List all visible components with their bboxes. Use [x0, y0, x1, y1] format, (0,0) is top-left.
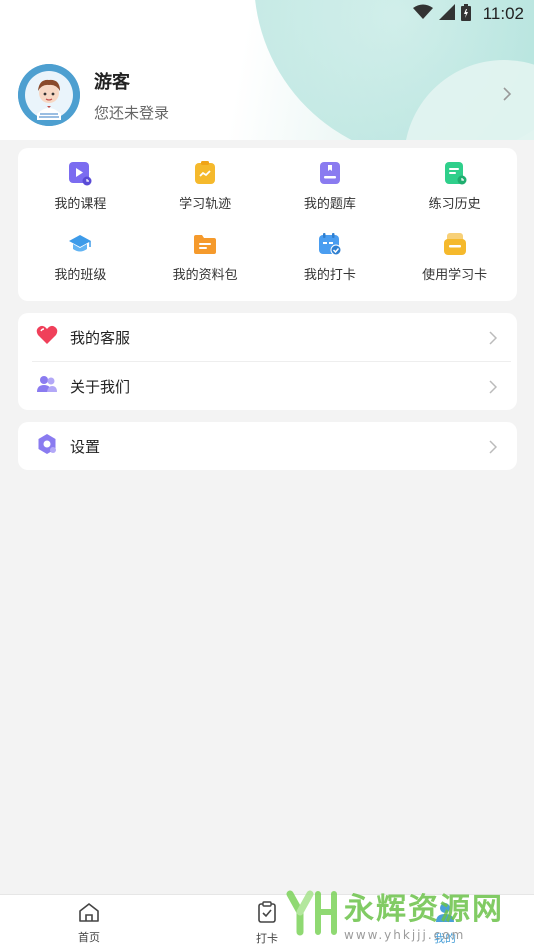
home-icon [78, 902, 100, 926]
user-profile[interactable]: 游客 您还未登录 [18, 64, 516, 126]
wifi-icon [412, 4, 433, 24]
shortcut-label: 学习轨迹 [179, 197, 232, 212]
shortcut-label: 练习历史 [428, 197, 481, 212]
shortcut-learning-track[interactable]: 学习轨迹 [143, 160, 268, 231]
chevron-right-icon [489, 379, 498, 398]
chevron-right-icon [489, 330, 498, 349]
status-time: 11:02 [482, 4, 524, 23]
menu-customer-service[interactable]: 我的客服 [18, 313, 517, 361]
menu-about-us[interactable]: 关于我们 [18, 362, 517, 410]
menu-label: 设置 [70, 437, 101, 456]
settings-gear-icon [36, 433, 58, 459]
shortcut-my-checkin[interactable]: 我的打卡 [268, 231, 393, 302]
people-icon [36, 374, 58, 398]
chevron-right-icon [489, 439, 498, 458]
status-bar: 11:02 [0, 0, 534, 28]
tab-mine[interactable]: 我的 [356, 895, 534, 950]
course-play-icon [67, 160, 93, 186]
tab-label: 我的 [434, 932, 456, 945]
tab-checkin[interactable]: 打卡 [178, 895, 356, 950]
shortcut-my-class[interactable]: 我的班级 [18, 231, 143, 302]
shortcut-grid: 我的课程 学习轨迹 我的题库 练习历史 我的班级 我的资料包 我的打卡 使用学习… [18, 148, 517, 301]
menu-label: 我的客服 [70, 328, 131, 347]
shortcut-my-courses[interactable]: 我的课程 [18, 160, 143, 231]
class-cap-icon [67, 231, 93, 257]
avatar[interactable] [18, 64, 80, 126]
shortcut-label: 我的班级 [54, 268, 107, 283]
clipboard-check-icon [257, 901, 277, 927]
shortcut-label: 使用学习卡 [422, 268, 488, 283]
menu-settings[interactable]: 设置 [18, 422, 517, 470]
tab-label: 打卡 [256, 932, 278, 945]
heart-icon [36, 325, 58, 349]
shortcut-label: 我的打卡 [303, 268, 356, 283]
question-bank-icon [317, 160, 343, 186]
shortcut-practice-history[interactable]: 练习历史 [392, 160, 517, 231]
bottom-tab-bar: 首页 打卡 我的 [0, 894, 534, 950]
menu-card-settings: 设置 [18, 422, 517, 470]
folder-icon [192, 231, 218, 257]
shortcut-label: 我的课程 [54, 197, 107, 212]
menu-card-support: 我的客服 关于我们 [18, 313, 517, 410]
login-status: 您还未登录 [94, 103, 170, 122]
shortcut-label: 我的资料包 [172, 268, 238, 283]
shortcut-label: 我的题库 [303, 197, 356, 212]
chevron-right-icon [502, 86, 512, 106]
practice-history-icon [442, 160, 468, 186]
study-card-icon [442, 231, 468, 257]
person-icon [435, 901, 455, 927]
tab-label: 首页 [78, 931, 100, 944]
checkin-calendar-icon [317, 231, 343, 257]
learning-track-icon [192, 160, 218, 186]
menu-label: 关于我们 [70, 377, 131, 396]
user-name: 游客 [94, 71, 130, 93]
signal-icon [438, 4, 455, 24]
tab-home[interactable]: 首页 [0, 895, 178, 950]
battery-icon [460, 3, 471, 25]
shortcut-materials[interactable]: 我的资料包 [143, 231, 268, 302]
shortcut-question-bank[interactable]: 我的题库 [268, 160, 393, 231]
shortcut-study-card[interactable]: 使用学习卡 [392, 231, 517, 302]
